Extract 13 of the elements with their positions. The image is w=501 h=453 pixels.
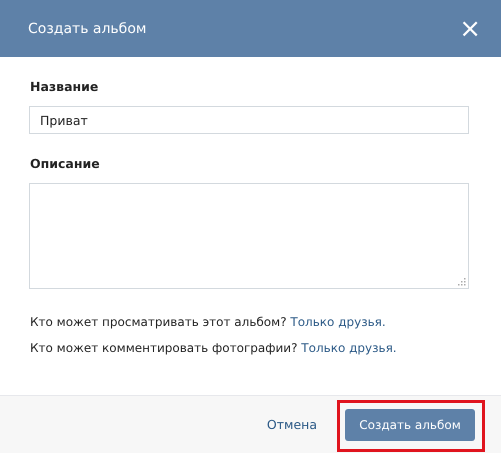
close-button[interactable]: × xyxy=(459,16,481,42)
privacy-link[interactable]: Только друзья. xyxy=(290,315,386,329)
dialog-title: Создать альбом xyxy=(28,20,146,36)
privacy-text: Кто может комментировать фотографии? Только друзья. xyxy=(30,341,398,355)
create-album-button[interactable]: Создать альбом xyxy=(345,408,475,440)
description-field[interactable] xyxy=(29,183,469,289)
privacy-link[interactable]: Только друзья. xyxy=(301,341,397,355)
field-label: Название xyxy=(30,79,100,94)
privacy-text: Кто может просматривать этот альбом? Только друзья. xyxy=(30,315,387,329)
cancel-link[interactable]: Отмена xyxy=(266,417,317,432)
name-field[interactable]: Приват xyxy=(29,106,469,134)
field-label: Описание xyxy=(30,156,101,171)
resize-grip-icon[interactable] xyxy=(458,278,466,286)
